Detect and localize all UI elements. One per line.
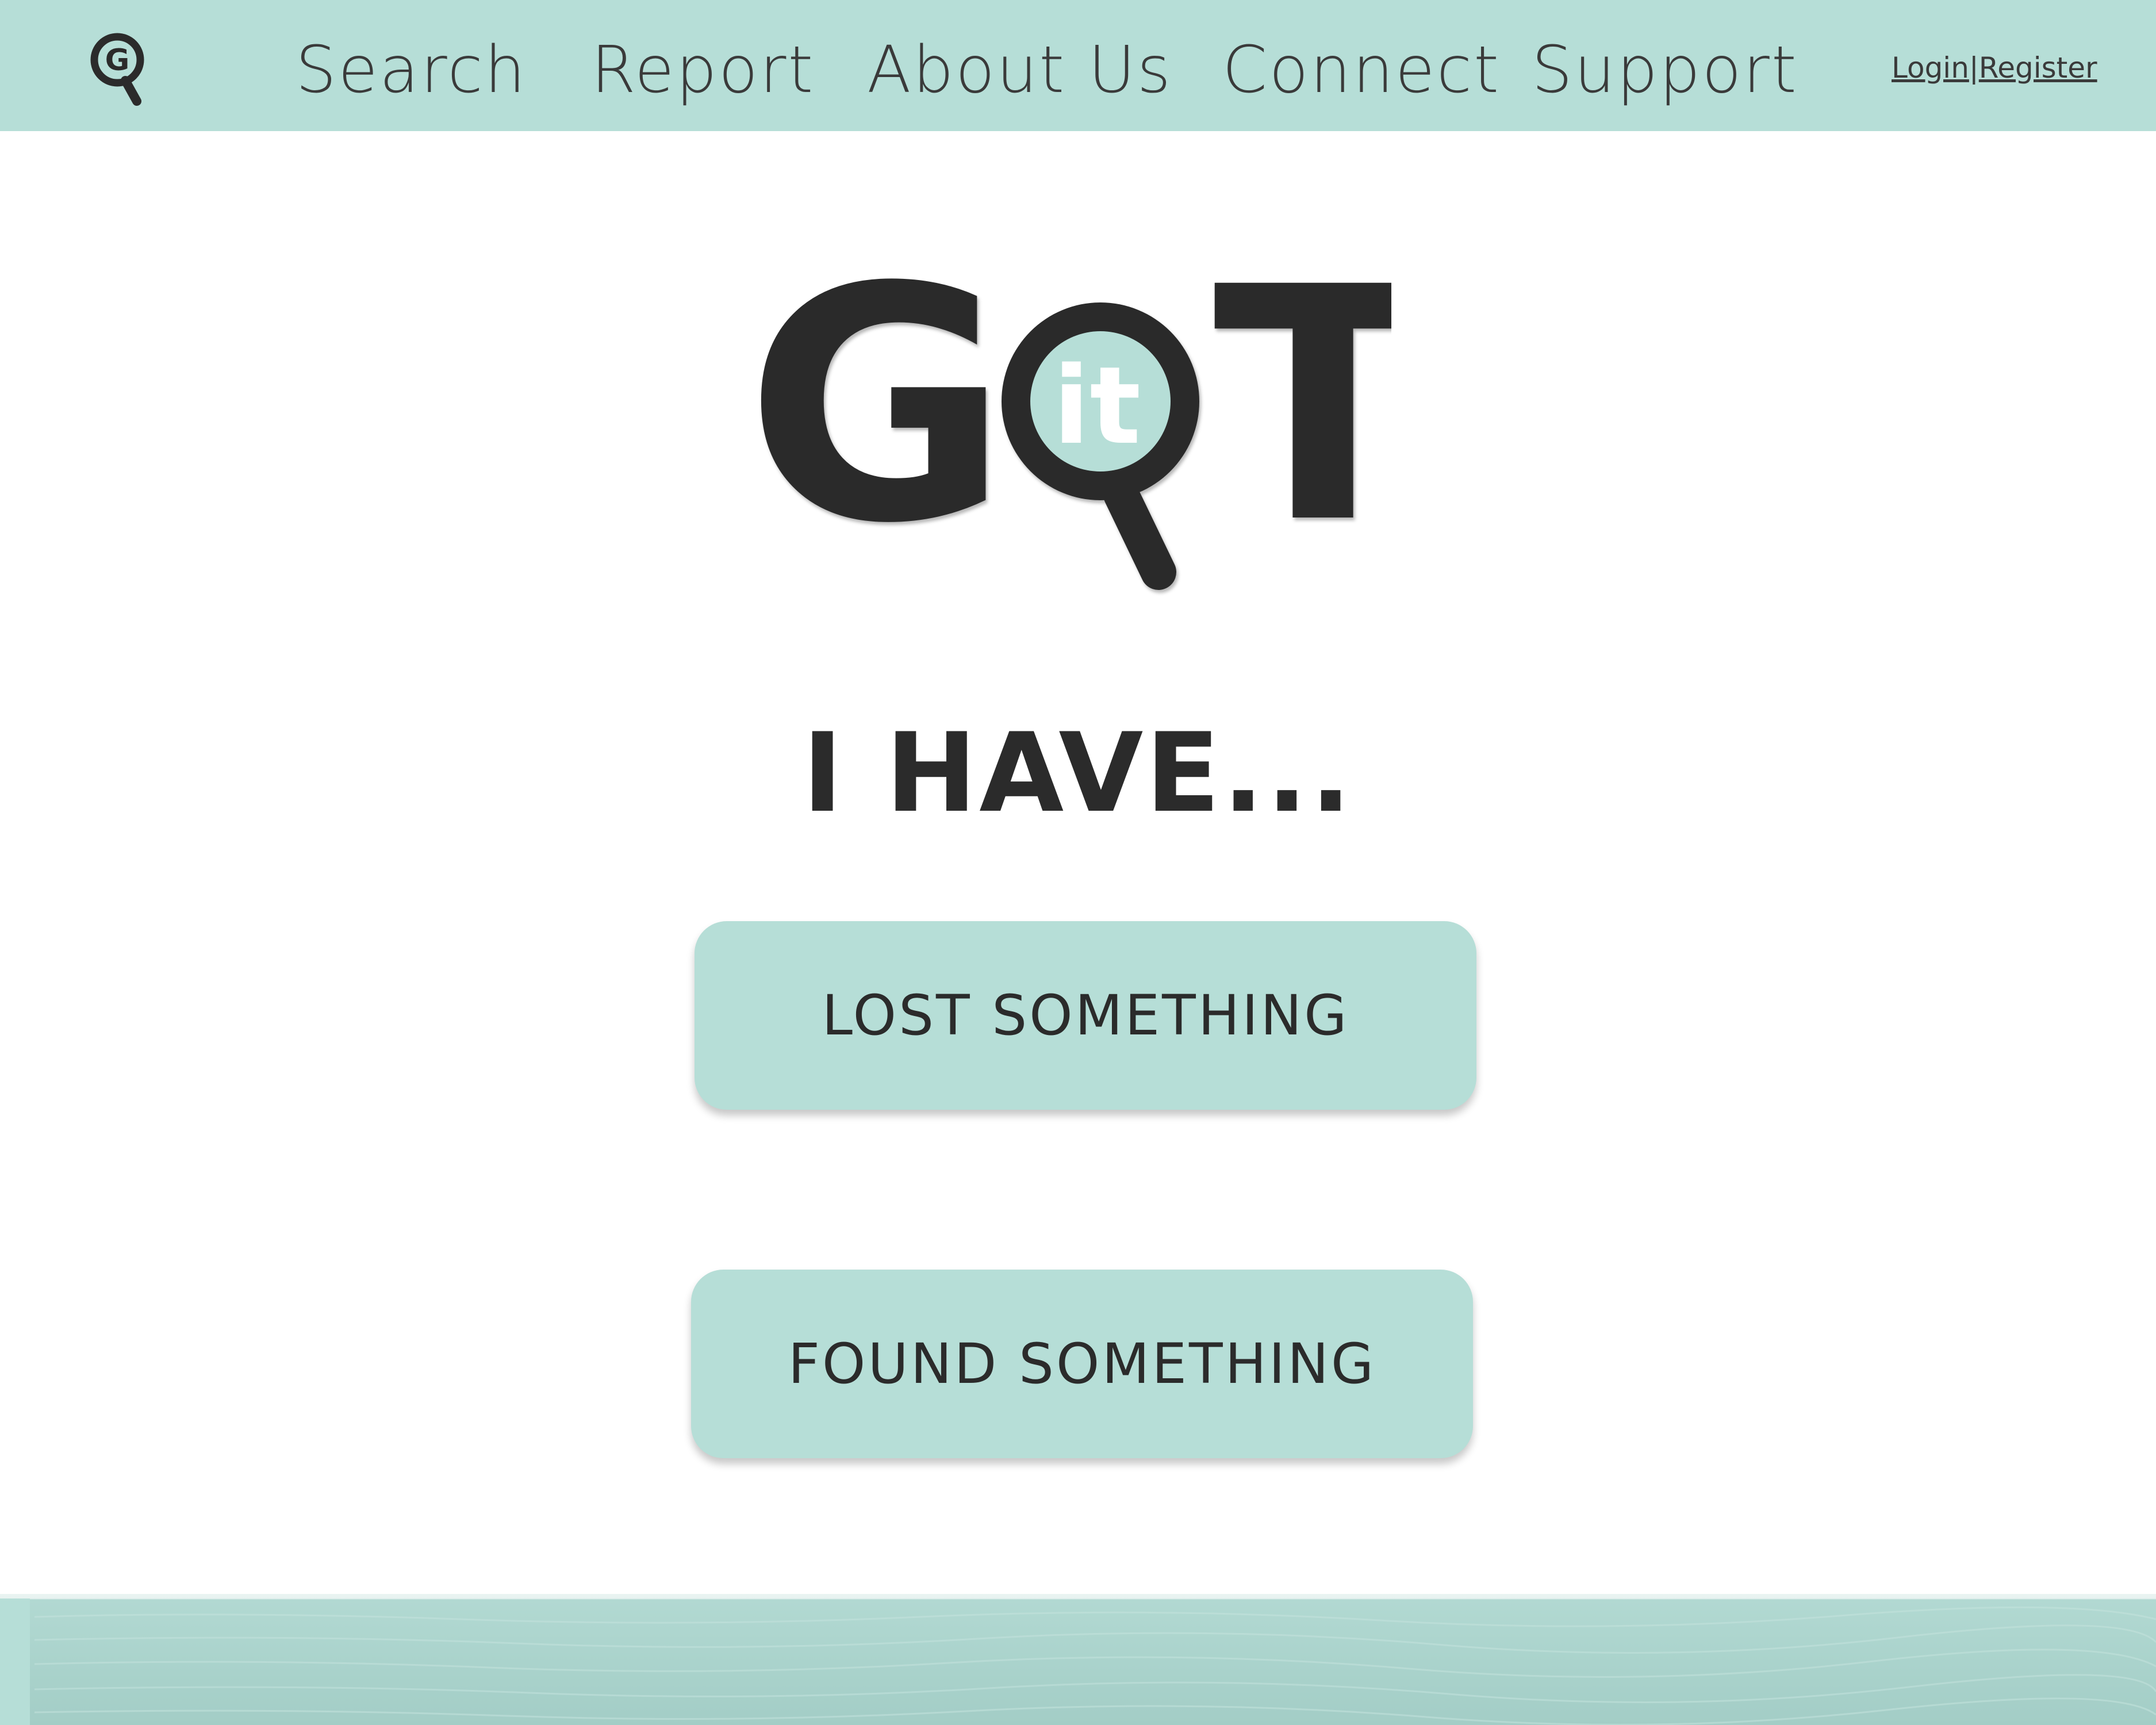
logo-letter-g: G	[747, 270, 1010, 594]
nav-report[interactable]: Report	[591, 32, 815, 108]
top-navbar: G Search Report About Us Connect Support…	[0, 0, 2156, 131]
svg-text:G: G	[105, 43, 130, 78]
auth-links: Login|Register	[1892, 49, 2097, 86]
register-link[interactable]: Register	[1979, 51, 2097, 85]
logo-lens-text: it	[1053, 343, 1141, 468]
lost-something-button[interactable]: LOST SOMETHING	[695, 921, 1476, 1110]
logo-letter-t: T	[1213, 270, 1391, 594]
page-heading: I HAVE...	[802, 710, 1354, 837]
home-logo-icon[interactable]: G	[87, 30, 152, 108]
nav-search[interactable]: Search	[296, 32, 527, 108]
brand-logo: G it T	[747, 270, 1391, 594]
auth-separator: |	[1969, 51, 1979, 85]
found-something-button[interactable]: FOUND SOMETHING	[691, 1270, 1473, 1458]
water-texture-icon	[0, 1598, 2156, 1725]
login-link[interactable]: Login	[1892, 51, 1969, 85]
nav-support[interactable]: Support	[1532, 32, 1798, 108]
nav-connect[interactable]: Connect	[1222, 32, 1501, 108]
nav-about-us[interactable]: About Us	[867, 32, 1172, 108]
footer-water-banner	[0, 1594, 2156, 1725]
